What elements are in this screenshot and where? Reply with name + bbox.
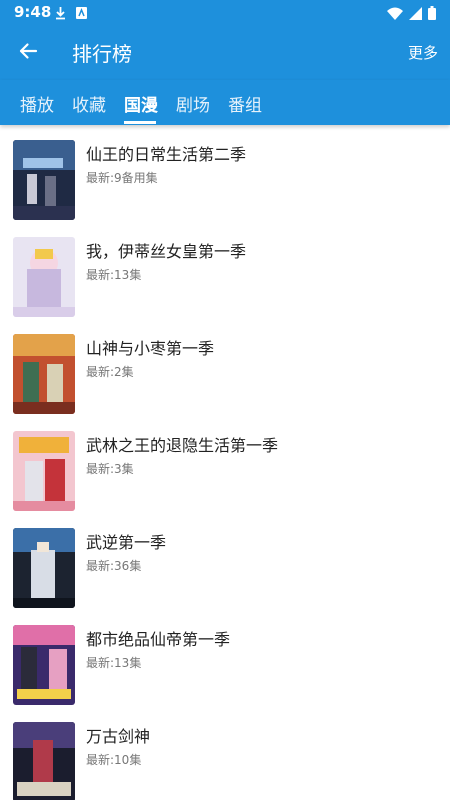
list-item[interactable]: 都市绝品仙帝第一季 最新:13集 [0,610,450,707]
item-latest-episode: 最新:10集 [86,753,142,767]
tab-bar: 播放 收藏 国漫 剧场 番组 [0,80,450,125]
cover-image [13,528,75,608]
status-time: 9:48 [14,3,52,21]
back-button[interactable] [12,37,44,69]
item-latest-episode: 最新:2集 [86,365,134,379]
app-icon [75,5,88,24]
item-latest-episode: 最新:13集 [86,656,142,670]
wifi-icon [387,5,403,24]
list-item[interactable]: 仙王的日常生活第二季 最新:9备用集 [0,125,450,222]
cover-image [13,625,75,705]
ranking-list: 仙王的日常生活第二季 最新:9备用集 我，伊蒂丝女皇第一季 最新:13集 山神与… [0,125,450,800]
arrow-left-icon [18,41,38,65]
app-bar: 排行榜 更多 [0,25,450,80]
battery-icon [428,5,436,24]
cover-image [13,722,75,800]
list-item[interactable]: 万古剑神 最新:10集 [0,707,450,800]
tab-bangumi[interactable]: 番组 [228,91,262,116]
item-latest-episode: 最新:3集 [86,462,134,476]
active-tab-indicator [124,121,156,124]
status-bar: 9:48 [0,0,450,25]
cover-image [13,334,75,414]
item-latest-episode: 最新:13集 [86,268,142,282]
tab-domestic-anime[interactable]: 国漫 [124,91,158,116]
item-title: 都市绝品仙帝第一季 [86,630,231,649]
tab-theater[interactable]: 剧场 [176,91,210,116]
item-title: 仙王的日常生活第二季 [86,145,247,164]
more-button[interactable]: 更多 [408,42,438,63]
list-item[interactable]: 武林之王的退隐生活第一季 最新:3集 [0,416,450,513]
item-title: 武逆第一季 [86,533,167,552]
item-title: 山神与小枣第一季 [86,339,215,358]
list-item[interactable]: 我，伊蒂丝女皇第一季 最新:13集 [0,222,450,319]
cover-image [13,140,75,220]
item-title: 万古剑神 [86,727,151,746]
signal-icon [409,5,422,24]
cover-image [13,431,75,511]
item-title: 武林之王的退隐生活第一季 [86,436,279,455]
item-latest-episode: 最新:36集 [86,559,142,573]
download-icon [54,5,67,24]
page-title: 排行榜 [72,42,132,66]
item-title: 我，伊蒂丝女皇第一季 [86,242,247,261]
tab-favorites[interactable]: 收藏 [72,91,106,116]
cover-image [13,237,75,317]
list-item[interactable]: 山神与小枣第一季 最新:2集 [0,319,450,416]
list-item[interactable]: 武逆第一季 最新:36集 [0,513,450,610]
item-latest-episode: 最新:9备用集 [86,171,158,185]
tab-play[interactable]: 播放 [20,91,54,116]
